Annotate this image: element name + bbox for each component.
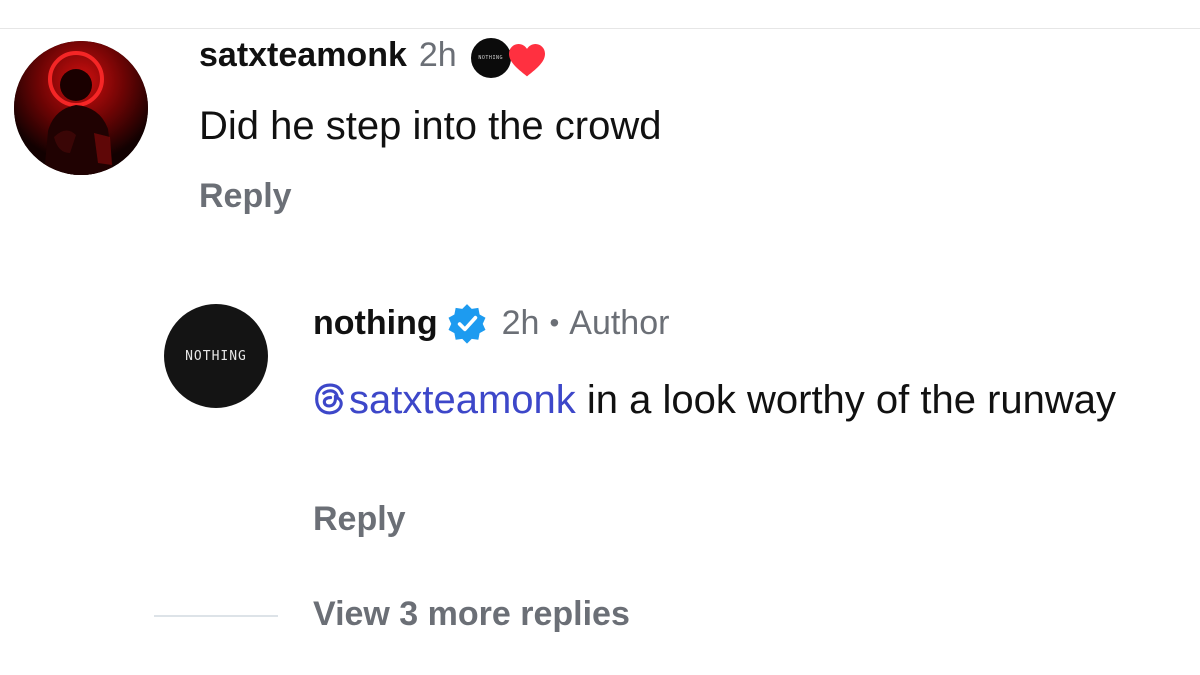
threads-icon — [315, 383, 344, 415]
replies-divider — [154, 615, 278, 617]
liked-by-author-badge: NOTHING — [468, 32, 551, 80]
separator-dot: • — [549, 307, 560, 338]
verified-badge-icon — [448, 304, 486, 344]
username[interactable]: satxteamonk — [199, 36, 407, 75]
avatar-photo — [14, 41, 148, 175]
avatar[interactable] — [14, 41, 148, 175]
avatar-logo-text: NOTHING — [185, 348, 247, 364]
comment-text: Did he step into the crowd — [199, 104, 662, 148]
username[interactable]: nothing — [313, 304, 438, 343]
avatar[interactable]: NOTHING — [164, 304, 268, 408]
mention-username: satxteamonk — [349, 378, 576, 422]
comment-text: satxteamonk in a look worthy of the runw… — [313, 372, 1173, 429]
comment-body: in a look worthy of the runway — [575, 378, 1117, 422]
view-more-replies-button[interactable]: View 3 more replies — [313, 595, 630, 634]
timestamp: 2h — [501, 303, 540, 342]
author-label: Author — [569, 303, 670, 342]
comment-header: nothing 2h • Author — [313, 299, 669, 347]
reply-button[interactable]: Reply — [199, 177, 292, 216]
heart-icon — [508, 43, 545, 77]
timestamp: 2h — [418, 35, 457, 74]
top-divider — [0, 28, 1200, 29]
mention-link[interactable]: satxteamonk — [313, 378, 576, 422]
comment-header: satxteamonk 2h NOTHING — [199, 32, 551, 80]
reply-button[interactable]: Reply — [313, 500, 406, 539]
